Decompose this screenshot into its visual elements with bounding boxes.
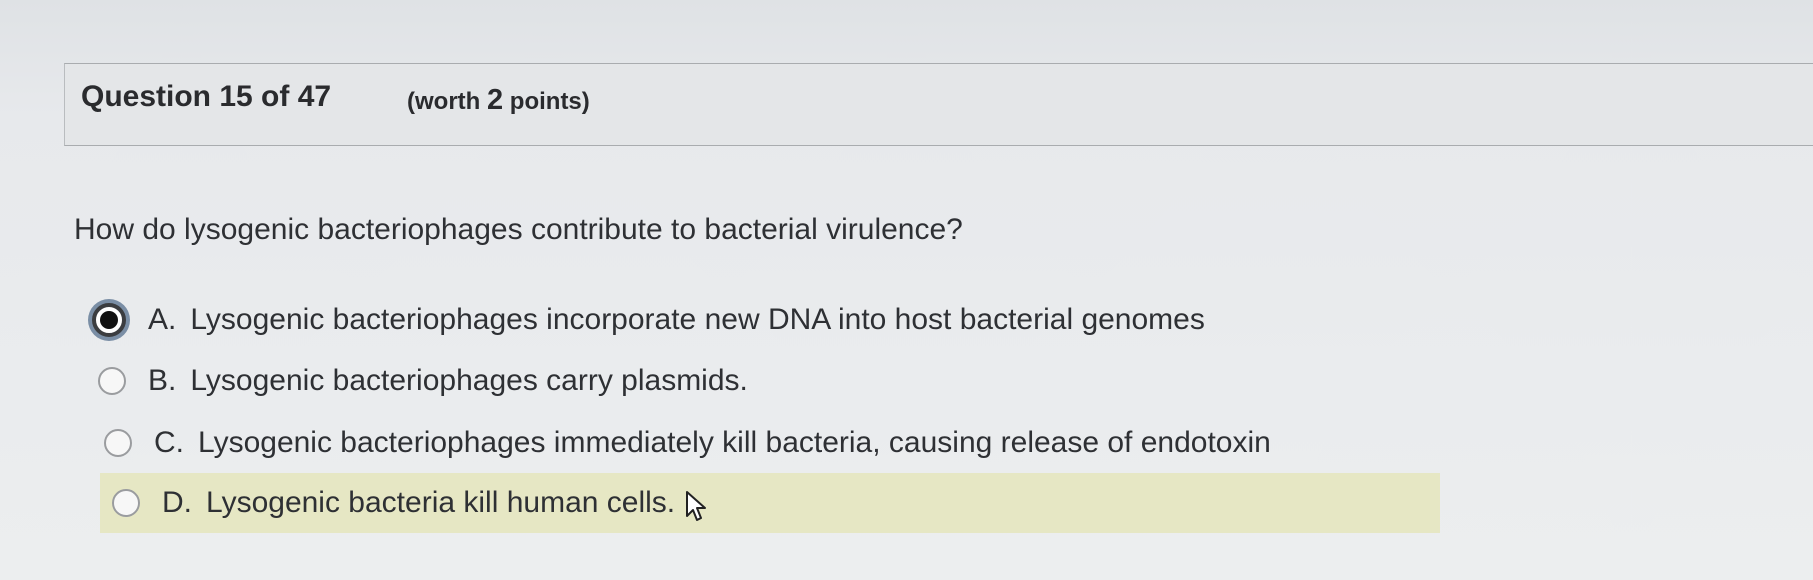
option-letter: D. [162,486,192,519]
option-letter: B. [148,364,177,397]
answer-option-a[interactable]: A. Lysogenic bacteriophages incorporate … [92,290,1205,350]
option-text: Lysogenic bacteriophages immediately kil… [198,426,1271,459]
radio-button-c[interactable] [104,429,132,457]
radio-button-b[interactable] [98,367,126,395]
question-points: (worth 2 points) [407,84,590,117]
question-number: Question 15 of 47 [81,80,332,113]
option-text: Lysogenic bacteriophages carry plasmids. [190,364,748,397]
option-text: Lysogenic bacteria kill human cells. [206,486,676,519]
radio-button-d[interactable] [112,489,140,517]
question-prompt: How do lysogenic bacteriophages contribu… [74,213,963,246]
radio-button-a[interactable] [92,303,126,337]
answer-option-c[interactable]: C. Lysogenic bacteriophages immediately … [104,413,1271,473]
answer-option-b[interactable]: B. Lysogenic bacteriophages carry plasmi… [98,351,748,411]
points-prefix: (worth [407,88,487,115]
points-value: 2 [486,84,504,116]
points-suffix: points) [503,88,590,115]
option-letter: A. [148,303,177,336]
question-header: Question 15 of 47 (worth 2 points) [64,63,1813,146]
answer-option-d[interactable]: D. Lysogenic bacteria kill human cells. [100,473,1440,533]
option-letter: C. [154,426,184,459]
option-text: Lysogenic bacteriophages incorporate new… [190,303,1205,336]
arrow-pointer-icon [685,490,711,524]
